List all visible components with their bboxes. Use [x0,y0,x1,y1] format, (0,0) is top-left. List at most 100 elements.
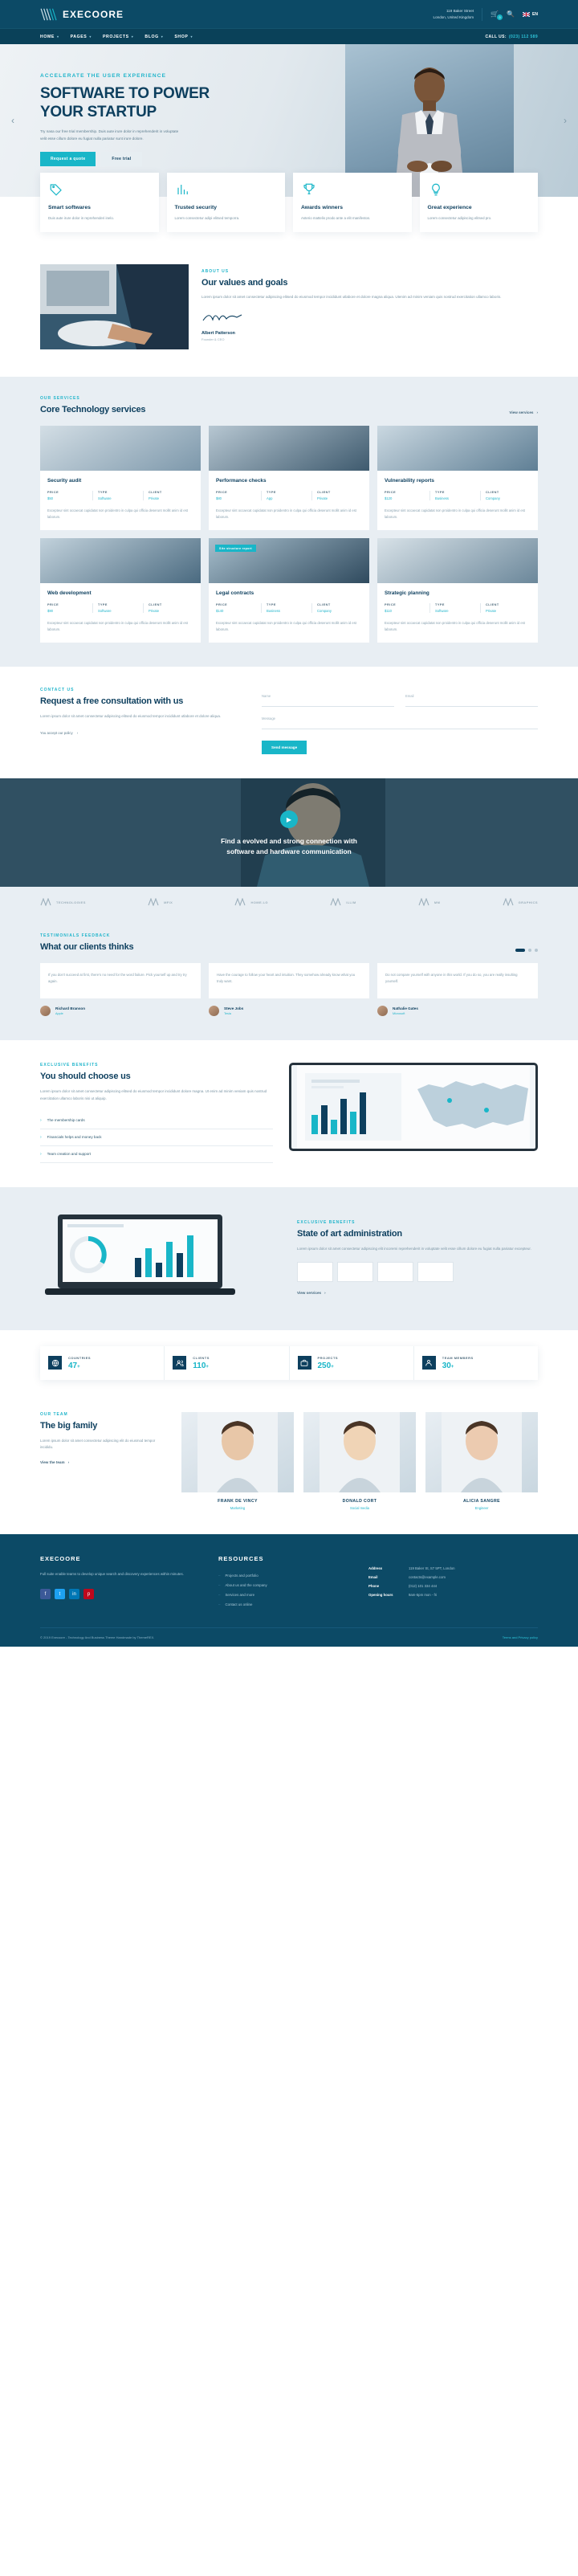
footer-info-value: (012) 101 334 444 [409,1583,438,1588]
call-us[interactable]: CALL US: (023) 112 589 [485,35,538,39]
footer-resource-link[interactable]: – Contact us online [218,1600,351,1610]
counters-section: COUNTRIES 47+ CLIENTS 110+ PROJECTS 250+… [0,1329,578,1399]
feature-title: Great experience [427,205,472,210]
team-member-card[interactable]: DONALD CORT Social media [303,1411,416,1510]
price-label: PRICE [216,491,228,495]
view-services-more-link[interactable]: View services › [297,1291,538,1295]
counter-value: 47 [68,1361,78,1370]
benefit-item[interactable]: › The membership cards [40,1112,273,1129]
twitter-icon[interactable]: t [55,1589,65,1600]
play-icon[interactable]: ▶ [280,810,298,829]
portrait-photo [442,1411,522,1492]
testimonial-author: Nathalie Gates [393,1006,418,1011]
footer-resource-link[interactable]: – Services and more [218,1590,351,1600]
pagination-dot-3[interactable] [535,949,538,953]
brand-logo: MFIX [148,898,173,907]
hero-paragraph: Try nasa our free trial membership. Duis… [40,129,179,141]
email-field[interactable]: Email [405,694,538,708]
cart-icon[interactable]: 🛒 0 [490,10,503,20]
nav-item-pages[interactable]: PAGES ▾ [71,35,92,39]
price-value: $90 [47,609,53,614]
pagination-dot-1[interactable] [515,949,525,953]
feature-card[interactable]: Smart softwares Duis aute irure dolor in… [40,173,159,233]
service-card[interactable]: Security audit PRICE $50 TYPE Software C… [40,426,201,531]
service-card[interactable]: Performance checks PRICE $80 TYPE App CL… [209,426,369,531]
terms-link[interactable]: Terms and Privacy policy [503,1635,538,1639]
team-member-card[interactable]: FRANK DE VINCY Marketing [181,1411,294,1510]
service-client: CLIENT Company [311,603,362,614]
send-message-button[interactable]: Send message [262,741,307,755]
team-member-card[interactable]: ALICIA SANGRE Engineer [425,1411,538,1510]
language-selector[interactable]: EN [523,11,538,17]
about-paragraph: Lorem ipsum dolor sit amet consectetur a… [201,295,502,300]
services-section: OUR SERVICES Core Technology services Vi… [0,377,578,667]
logo[interactable]: EXECOORE [40,7,124,22]
nav-item-shop[interactable]: SHOP ▾ [174,35,193,39]
benefit-item[interactable]: › Financials helps and money back [40,1129,273,1146]
benefits-section: EXCLUSIVE BENEFITS You should choose us … [0,1040,578,1187]
hero-prev-arrow[interactable]: ‹ [11,115,14,126]
search-icon[interactable]: 🔍 [507,10,515,18]
price-label: PRICE [385,491,397,495]
nav-item-blog[interactable]: BLOG ▾ [144,35,163,39]
brand-mark-icon [148,898,159,907]
contact-paragraph: Lorem ipsum dolor sit amet consectetur a… [40,714,222,719]
view-services-label: View services [509,410,534,415]
team-member-photo [425,1411,538,1492]
pinterest-icon[interactable]: p [83,1589,94,1600]
message-input[interactable] [262,721,538,730]
counter-value: 250 [317,1361,332,1370]
testimonial-pagination[interactable] [515,949,538,953]
view-more-label: View services [297,1291,322,1296]
type-label: TYPE [98,603,108,607]
team-member-role: Social media [350,1505,369,1510]
type-label: TYPE [267,603,276,607]
benefit-label: Team creation and support [47,1152,92,1157]
service-card[interactable]: Vulnerability reports PRICE $120 TYPE Bu… [377,426,538,531]
thumbnail-4[interactable] [417,1262,454,1283]
client-value: Company [317,609,332,614]
feature-text: Lorem consectetur adipi elitsed temporra… [174,216,240,220]
footer-resource-link[interactable]: – About us and the company [218,1581,351,1590]
nav-item-home[interactable]: HOME ▾ [40,35,59,39]
social-glyph: p [87,1591,91,1597]
hero-title: SOFTWARE TO POWER YOUR STARTUP [40,85,210,121]
pagination-dot-2[interactable] [528,949,531,953]
thumbnail-3[interactable] [377,1262,413,1283]
globe-icon [48,1356,62,1370]
type-value: Software [98,609,112,614]
team-title: The big family [40,1420,98,1431]
service-card[interactable]: Site structure report Legal contracts PR… [209,538,369,643]
benefit-item[interactable]: › Team creation and support [40,1146,273,1163]
policy-link[interactable]: You accept our policy › [40,731,241,735]
request-quote-button[interactable]: Request a quote [40,152,96,167]
thumbnail-1[interactable] [297,1262,333,1283]
feature-title: Awards winners [301,205,344,210]
service-card[interactable]: Strategic planning PRICE $110 TYPE Softw… [377,538,538,643]
view-team-link[interactable]: View the team › [40,1460,169,1464]
brand-name: EXECOORE [63,8,124,20]
thumbnail-gallery[interactable] [297,1262,538,1283]
counter-item: PROJECTS 250+ [288,1345,413,1380]
feature-card[interactable]: Trusted security Lorem consectetur adipi… [166,173,285,233]
nav-item-projects[interactable]: PROJECTS ▾ [103,35,133,39]
name-field[interactable]: Name [262,694,394,708]
brand-mark-icon [330,898,341,907]
facebook-icon[interactable]: f [40,1589,51,1600]
founder-name: Albert Patterson [201,330,235,336]
feature-card[interactable]: Awards winners Asterio mattelis prodo an… [293,173,412,233]
service-card[interactable]: Web development PRICE $90 TYPE Software … [40,538,201,643]
feature-card[interactable]: Great experience Lorem consectetur adipi… [419,173,538,233]
chevron-right-icon: › [40,1134,42,1140]
linkedin-icon[interactable]: in [69,1589,79,1600]
free-trial-button[interactable]: Free trial [101,152,142,167]
email-input[interactable] [405,698,538,708]
thumbnail-2[interactable] [337,1262,373,1283]
view-services-link[interactable]: View services › [509,410,538,414]
service-client: CLIENT Private [143,603,193,614]
hero-next-arrow[interactable]: › [564,115,567,126]
footer-resource-link[interactable]: – Projects and portfolio [218,1571,351,1581]
name-input[interactable] [262,698,394,708]
footer: EXECOORE Full suite enable teams to deve… [0,1533,578,1647]
message-field[interactable]: Message [262,716,538,730]
